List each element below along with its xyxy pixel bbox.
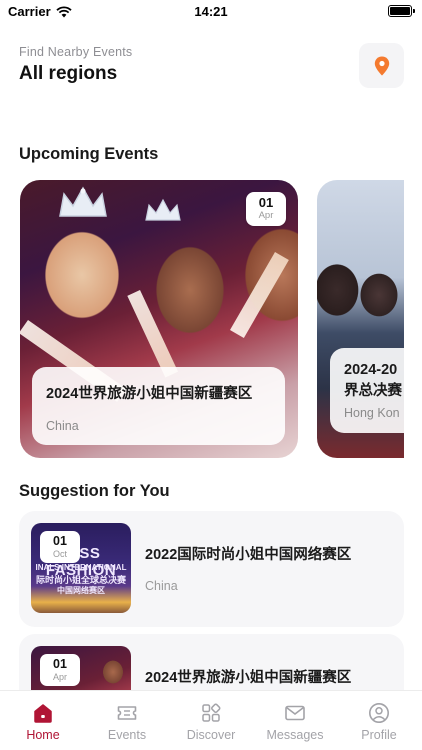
suggestion-title-text: 2024世界旅游小姐中国新疆赛区 — [145, 670, 352, 686]
event-title: 2024-20 界总决赛 — [344, 360, 404, 402]
event-title: 2024世界旅游小姐中国新疆赛区 — [46, 386, 253, 402]
home-icon — [34, 704, 52, 723]
status-time: 14:21 — [194, 4, 228, 19]
location-pin-icon — [374, 56, 389, 75]
tab-events[interactable]: Events — [85, 691, 169, 750]
event-thumbnail: MISS FASHION INALS INTERNATIONAL 际时尚小姐全球… — [31, 523, 131, 613]
event-location: Hong Kon — [344, 406, 400, 420]
crown-image — [145, 198, 181, 221]
tab-discover[interactable]: Discover — [169, 691, 253, 750]
sash-decoration — [230, 252, 289, 338]
grid-icon — [202, 703, 221, 722]
tab-home[interactable]: Home — [1, 691, 85, 750]
event-title-line: 界总决赛 — [344, 383, 402, 399]
event-date-badge: 01 Apr — [40, 654, 80, 686]
tab-label: Discover — [186, 728, 236, 742]
tab-label: Profile — [361, 728, 397, 742]
ticket-icon — [117, 706, 137, 720]
event-info-panel: 2024世界旅游小姐中国新疆赛区 China — [32, 367, 285, 445]
suggestion-location: China — [145, 579, 178, 593]
thumbnail-text: INALS INTERNATIONAL — [35, 563, 127, 572]
upcoming-event-card[interactable]: 01 Apr 2024世界旅游小姐中国新疆赛区 China — [20, 180, 298, 458]
bottom-tab-bar: Home Events Discover Messages Profile — [0, 690, 422, 750]
event-date-badge: 01 Oct — [40, 531, 80, 563]
region-selector[interactable]: All regions — [19, 63, 117, 85]
event-location: China — [46, 419, 79, 433]
crown-image — [59, 186, 107, 217]
event-month: Apr — [52, 672, 67, 682]
event-title-line: 2024-20 — [344, 362, 398, 378]
location-button[interactable] — [359, 43, 404, 88]
status-bar: Carrier 14:21 — [0, 0, 422, 24]
event-info-panel: 2024-20 界总决赛 Hong Kon — [330, 348, 404, 433]
thumbnail-text: 中国网络赛区 — [57, 586, 105, 595]
find-nearby-label: Find Nearby Events — [19, 45, 133, 59]
suggestion-title: Suggestion for You — [19, 482, 170, 500]
tab-profile[interactable]: Profile — [337, 691, 421, 750]
tab-messages[interactable]: Messages — [253, 691, 337, 750]
suggestion-title-text: 2022国际时尚小姐中国网络赛区 — [145, 547, 352, 563]
tab-label: Home — [26, 728, 60, 742]
event-day: 01 — [53, 657, 67, 671]
event-month: Apr — [258, 210, 274, 221]
sash-decoration — [127, 290, 179, 378]
upcoming-events-carousel[interactable]: 01 Apr 2024世界旅游小姐中国新疆赛区 China 2024-20 界总… — [0, 180, 404, 460]
person-icon — [369, 703, 389, 723]
upcoming-events-title: Upcoming Events — [19, 145, 159, 163]
tab-label: Events — [107, 728, 147, 742]
event-month: Oct — [52, 549, 67, 559]
upcoming-event-card[interactable]: 2024-20 界总决赛 Hong Kon — [317, 180, 404, 458]
envelope-icon — [285, 705, 305, 721]
tab-label: Messages — [266, 728, 324, 742]
suggestion-item[interactable]: MISS FASHION INALS INTERNATIONAL 际时尚小姐全球… — [19, 511, 404, 627]
event-day: 01 — [53, 534, 67, 548]
event-date-badge: 01 Apr — [246, 192, 286, 226]
battery-icon — [388, 5, 415, 17]
event-day: 01 — [258, 195, 274, 210]
